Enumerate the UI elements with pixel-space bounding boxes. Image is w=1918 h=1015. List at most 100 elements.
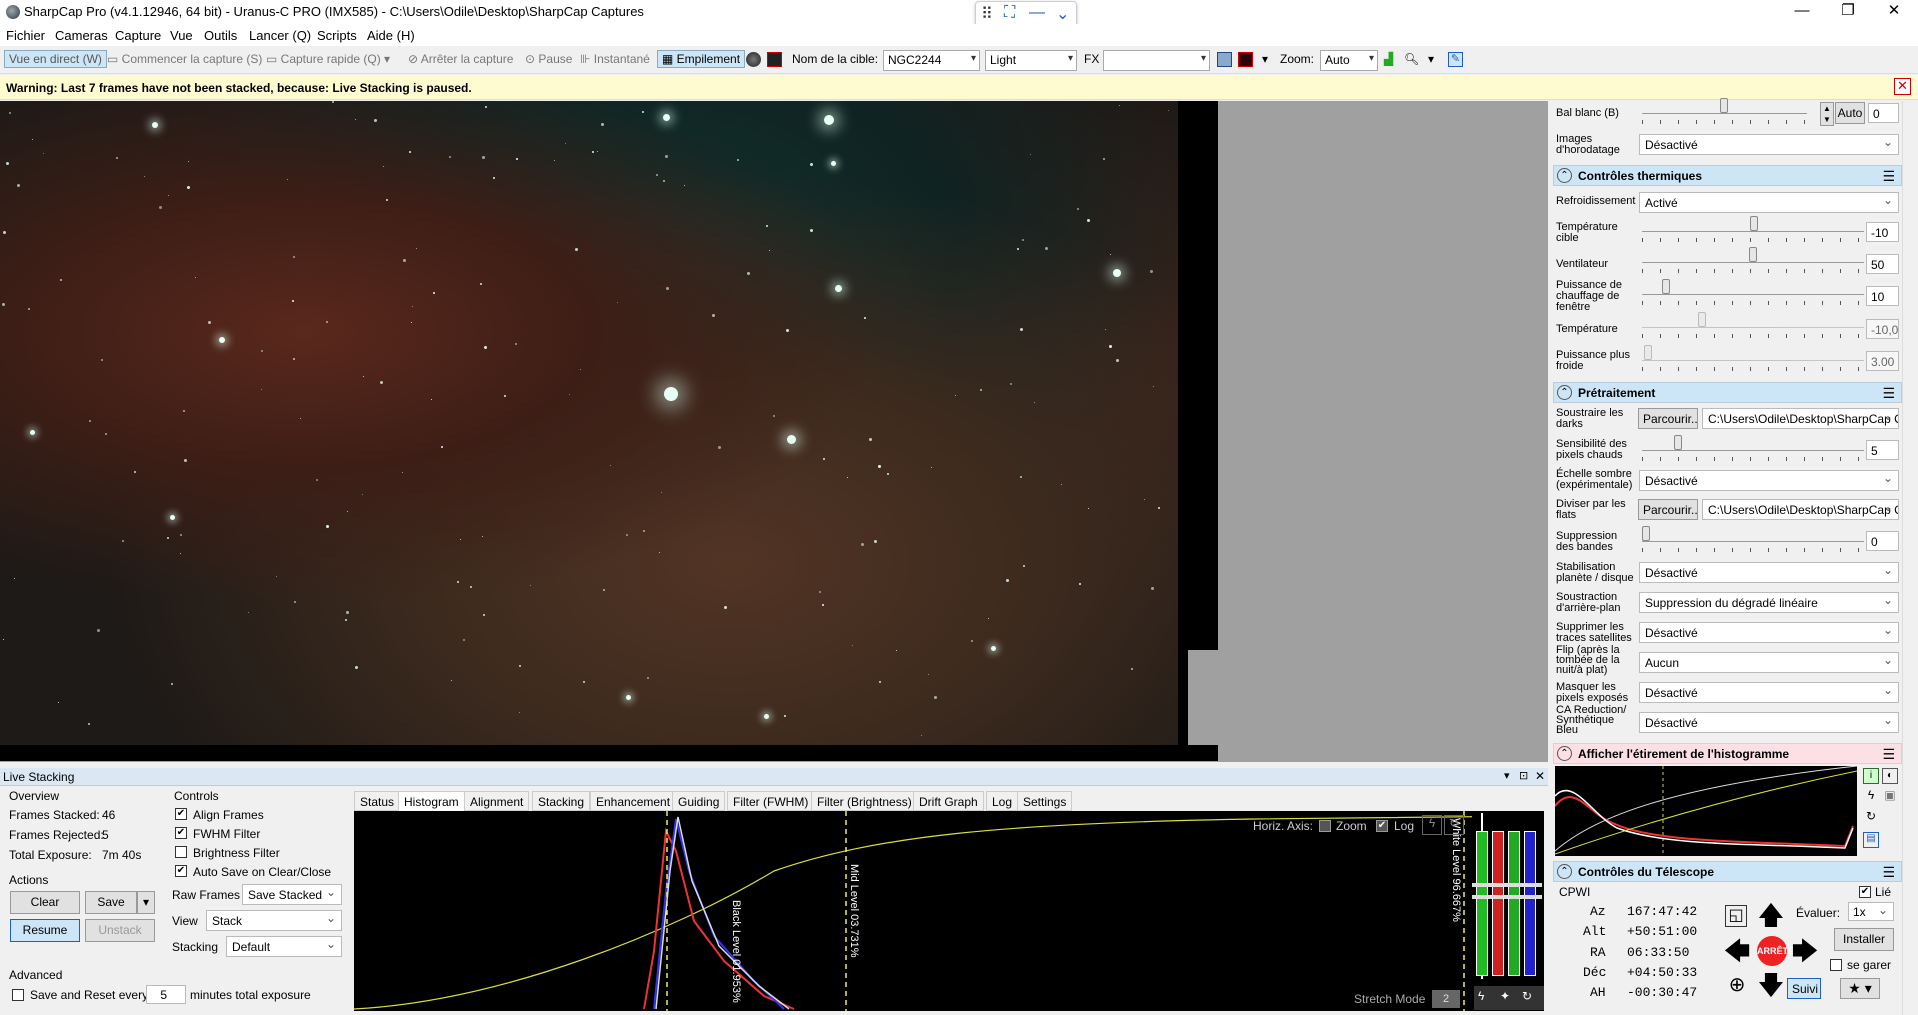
minimize-icon[interactable]: — <box>1029 4 1045 22</box>
south-arrow-button[interactable]: 🡇 <box>1756 970 1786 1000</box>
collapse-icon[interactable]: ⌃ <box>1557 168 1572 183</box>
target-temp-slider[interactable] <box>1642 216 1864 232</box>
menu-icon[interactable]: ☰ <box>1882 864 1895 881</box>
chevron-down-icon[interactable]: ⌄ <box>1056 4 1069 24</box>
fan-value[interactable]: 50 <box>1866 254 1899 274</box>
collapse-icon[interactable]: ⌃ <box>1557 746 1572 761</box>
mid-slider-handle[interactable] <box>1472 895 1542 899</box>
lock-icon[interactable]: ▣ <box>1882 788 1898 804</box>
stacking-button[interactable]: ▦ Empilement <box>657 50 746 68</box>
darks-path-select[interactable]: C:\Users\Odile\Desktop\SharpCap Captures <box>1702 408 1899 429</box>
zoom-tool-icon[interactable]: 🔍︎ <box>1404 52 1419 66</box>
white-balance-value[interactable]: 0 <box>1868 103 1899 123</box>
target-temp-value[interactable]: -10 <box>1866 222 1899 242</box>
save-reset-minutes-input[interactable]: 5 <box>146 985 186 1004</box>
cooling-select[interactable]: Activé <box>1639 192 1899 213</box>
mid-slider-handle[interactable] <box>1472 883 1542 887</box>
background-subtraction-select[interactable]: Suppression du dégradé linéaire <box>1639 592 1899 613</box>
start-capture-button[interactable]: ▭ Commencer la capture (S) <box>107 52 262 66</box>
home-icon[interactable]: ◱ <box>1725 905 1747 927</box>
grip-icon[interactable]: ⠿ <box>981 4 993 24</box>
live-view-button[interactable]: Vue en direct (W) <box>4 50 107 68</box>
banding-slider[interactable] <box>1642 526 1864 542</box>
heater-value[interactable]: 10 <box>1866 286 1899 306</box>
reset-icon[interactable]: ↻ <box>1522 989 1532 1003</box>
linked-checkbox[interactable]: ✔ <box>1859 886 1871 898</box>
zoom-dropdown-icon[interactable]: ▾ <box>1428 52 1434 66</box>
green-channel-slider[interactable] <box>1508 831 1520 976</box>
tab-histogram[interactable]: Histogram <box>398 791 465 811</box>
save-icon[interactable]: ▤ <box>1863 832 1879 848</box>
white-balance-slider[interactable] <box>1642 98 1807 114</box>
target-name-input[interactable]: NGC2244 <box>883 50 980 71</box>
hot-pixel-value[interactable]: 5 <box>1866 440 1899 460</box>
east-arrow-button[interactable]: 🡆 <box>1790 936 1820 966</box>
satellite-trails-select[interactable]: Désactivé <box>1639 622 1899 643</box>
save-button[interactable]: Save <box>85 891 137 914</box>
slider-thumb[interactable] <box>1642 526 1650 541</box>
slider-thumb[interactable] <box>1750 216 1758 231</box>
snapshot-button[interactable]: ⊪ Instantané <box>580 52 650 66</box>
tab-filter-brightness[interactable]: Filter (Brightness) <box>811 791 918 811</box>
collapse-icon[interactable]: ⌃ <box>1557 864 1572 879</box>
blue-channel-slider[interactable] <box>1524 831 1536 976</box>
auto-save-checkbox[interactable]: ✔ <box>175 865 187 877</box>
thermal-section-header[interactable]: ⌃ Contrôles thermiques ☰ <box>1553 165 1902 186</box>
menu-icon[interactable]: ☰ <box>1882 168 1895 185</box>
controls-scrollbar[interactable] <box>1902 101 1918 1015</box>
zoom-checkbox[interactable] <box>1319 820 1331 832</box>
tab-log[interactable]: Log <box>986 791 1019 811</box>
maximize-button[interactable]: ❐ <box>1825 0 1871 24</box>
reticle-icon[interactable] <box>767 52 782 67</box>
pause-button[interactable]: ⊙ Pause <box>525 52 572 66</box>
menu-icon[interactable]: ☰ <box>1882 746 1895 763</box>
fx-select[interactable] <box>1103 50 1210 71</box>
zoom-select[interactable]: Auto <box>1320 50 1378 71</box>
frame-type-select[interactable]: Light <box>985 50 1077 71</box>
install-button[interactable]: Installer <box>1834 928 1894 951</box>
darks-browse-button[interactable]: Parcourir... <box>1638 408 1698 429</box>
goto-target-icon[interactable]: ⊕ <box>1722 970 1752 1000</box>
close-panel-icon[interactable]: ✕ <box>1535 769 1545 783</box>
menu-scripts[interactable]: Scripts <box>317 28 357 43</box>
collapse-icon[interactable]: ⌃ <box>1557 385 1572 400</box>
fan-slider[interactable] <box>1642 247 1864 263</box>
circle-tool-icon[interactable] <box>746 52 761 67</box>
timestamp-select[interactable]: Désactivé <box>1639 134 1899 155</box>
west-arrow-button[interactable]: 🡄 <box>1722 936 1752 966</box>
contrast-icon[interactable]: ◐ <box>1882 768 1898 784</box>
minimize-button[interactable]: — <box>1779 0 1825 24</box>
menu-aide[interactable]: Aide (H) <box>367 28 415 43</box>
preprocessing-section-header[interactable]: ⌃ Prétraitement ☰ <box>1553 382 1902 403</box>
close-icon[interactable]: ✕ <box>1894 78 1911 95</box>
telescope-section-header[interactable]: ⌃ Contrôles du Télescope ☰ <box>1553 861 1902 882</box>
north-arrow-button[interactable]: 🡅 <box>1756 900 1786 930</box>
tab-filter-fwhm[interactable]: Filter (FWHM) <box>727 791 815 811</box>
menu-fichier[interactable]: Fichier <box>6 28 45 43</box>
slider-thumb[interactable] <box>1720 98 1728 113</box>
histogram-section-header[interactable]: ⌃ Afficher l'étirement de l'histogramme ☰ <box>1553 743 1902 764</box>
annotate-icon[interactable]: ✎ <box>1448 52 1463 67</box>
display-mode-icon[interactable] <box>1217 52 1232 67</box>
banding-value[interactable]: 0 <box>1866 531 1899 551</box>
speed-select[interactable]: 1x <box>1848 902 1894 921</box>
stop-button[interactable]: ARRÊTE <box>1757 936 1794 966</box>
stacking-mode-select[interactable]: Default <box>226 936 342 957</box>
slider-thumb[interactable] <box>1749 247 1757 262</box>
pin-icon[interactable]: ▾ <box>1504 769 1510 782</box>
ca-reduction-select[interactable]: Désactivé <box>1639 712 1899 733</box>
log-checkbox[interactable]: ✔ <box>1376 820 1388 832</box>
hot-pixel-slider[interactable] <box>1642 435 1864 451</box>
menu-lancer[interactable]: Lancer (Q) <box>249 28 311 43</box>
heater-slider[interactable] <box>1642 279 1864 295</box>
dark-scale-select[interactable]: Désactivé <box>1639 470 1899 491</box>
tab-guiding[interactable]: Guiding <box>672 791 726 811</box>
mini-histogram[interactable] <box>1555 766 1857 856</box>
raw-frames-select[interactable]: Save Stacked <box>242 884 342 905</box>
slider-thumb[interactable] <box>1662 279 1670 294</box>
menu-icon[interactable]: ☰ <box>1882 385 1895 402</box>
mask-exposed-select[interactable]: Désactivé <box>1639 682 1899 703</box>
favorites-button[interactable]: ★ ▾ <box>1840 978 1880 999</box>
view-select[interactable]: Stack <box>206 910 342 931</box>
white-balance-stepper[interactable]: ▲ ▼ <box>1820 102 1834 126</box>
